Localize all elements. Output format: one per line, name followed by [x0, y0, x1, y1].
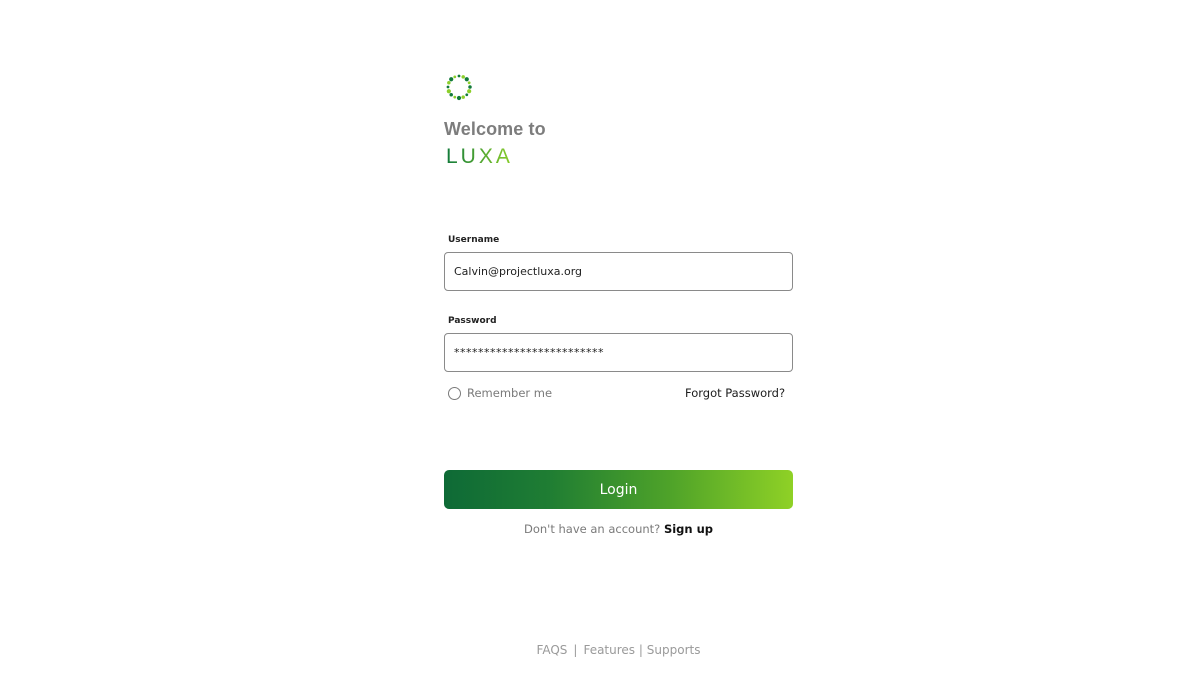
logo-dot	[446, 85, 450, 89]
logo-dot	[461, 95, 465, 99]
brand-name: LUXA	[446, 146, 513, 166]
footer-separator: |	[573, 643, 578, 657]
logo-dot	[449, 77, 454, 82]
welcome-heading: Welcome to	[444, 119, 546, 139]
logo-dot	[453, 95, 457, 99]
login-page: Welcome to LUXA Username Calvin@projectl…	[0, 0, 1180, 684]
password-field[interactable]: *************************	[444, 333, 793, 372]
username-label: Username	[448, 235, 500, 245]
logo-dot	[467, 81, 471, 85]
password-label: Password	[448, 316, 497, 326]
logo-dot	[464, 77, 469, 82]
forgot-password-link[interactable]: Forgot Password?	[685, 386, 785, 400]
faqs-link[interactable]: FAQS	[537, 643, 568, 657]
login-button[interactable]: Login	[444, 470, 793, 509]
logo-dot	[449, 93, 453, 97]
logo-dot	[447, 81, 451, 85]
remember-me-label: Remember me	[467, 386, 553, 400]
logo-dot	[457, 74, 461, 78]
signup-link[interactable]: Sign up	[664, 522, 713, 536]
logo-dot	[468, 85, 472, 89]
footer-separator: |	[638, 643, 643, 657]
logo-dot	[467, 89, 472, 94]
remember-me-radio[interactable]	[448, 386, 461, 400]
logo-dot	[461, 75, 465, 79]
logo-dot	[465, 93, 469, 97]
logo-dot	[456, 95, 462, 101]
supports-link[interactable]: Supports	[647, 643, 701, 657]
brand-wordmark: LUXA	[446, 146, 513, 166]
signup-row: Don't have an account? Sign up	[0, 522, 1180, 536]
remember-me-option[interactable]: Remember me	[448, 386, 552, 400]
signup-prompt: Don't have an account?	[523, 522, 661, 536]
features-link[interactable]: Features	[583, 643, 635, 657]
luxa-logo-icon	[446, 74, 472, 101]
logo-dot	[453, 75, 457, 79]
username-value: Calvin@projectluxa.org	[454, 265, 583, 278]
footer-links: FAQS | Features | Supports	[0, 643, 1180, 657]
logo-dot	[446, 89, 451, 94]
username-field[interactable]: Calvin@projectluxa.org	[444, 252, 793, 291]
password-value: *************************	[454, 346, 604, 359]
